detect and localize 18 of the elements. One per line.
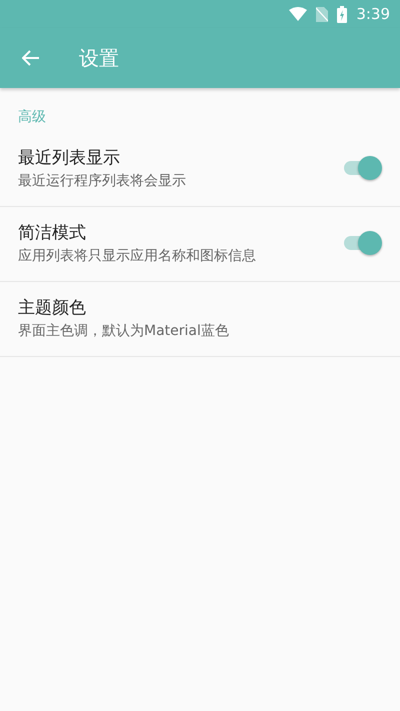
item-summary: 界面主色调，默认为Material蓝色: [18, 322, 229, 340]
settings-item[interactable]: 主题颜色 界面主色调，默认为Material蓝色: [0, 282, 400, 357]
toggle-switch[interactable]: [344, 231, 380, 255]
item-title: 主题颜色: [18, 297, 86, 319]
status-time: 3:39: [356, 5, 390, 23]
toggle-switch[interactable]: [344, 156, 380, 180]
settings-item[interactable]: 简洁模式 应用列表将只显示应用名称和图标信息: [0, 207, 400, 282]
toolbar-title: 设置: [79, 44, 119, 72]
battery-charging-icon: [337, 6, 348, 22]
item-title: 简洁模式: [18, 222, 86, 244]
settings-item[interactable]: 最近列表显示 最近运行程序列表将会显示: [0, 132, 400, 207]
back-arrow-icon: [22, 50, 40, 66]
item-summary: 应用列表将只显示应用名称和图标信息: [18, 247, 256, 265]
item-summary: 最近运行程序列表将会显示: [18, 172, 186, 190]
wifi-icon: [289, 7, 308, 21]
item-title: 最近列表显示: [18, 147, 120, 169]
section-header: 高级: [17, 108, 47, 127]
no-sim-icon: [316, 6, 328, 22]
